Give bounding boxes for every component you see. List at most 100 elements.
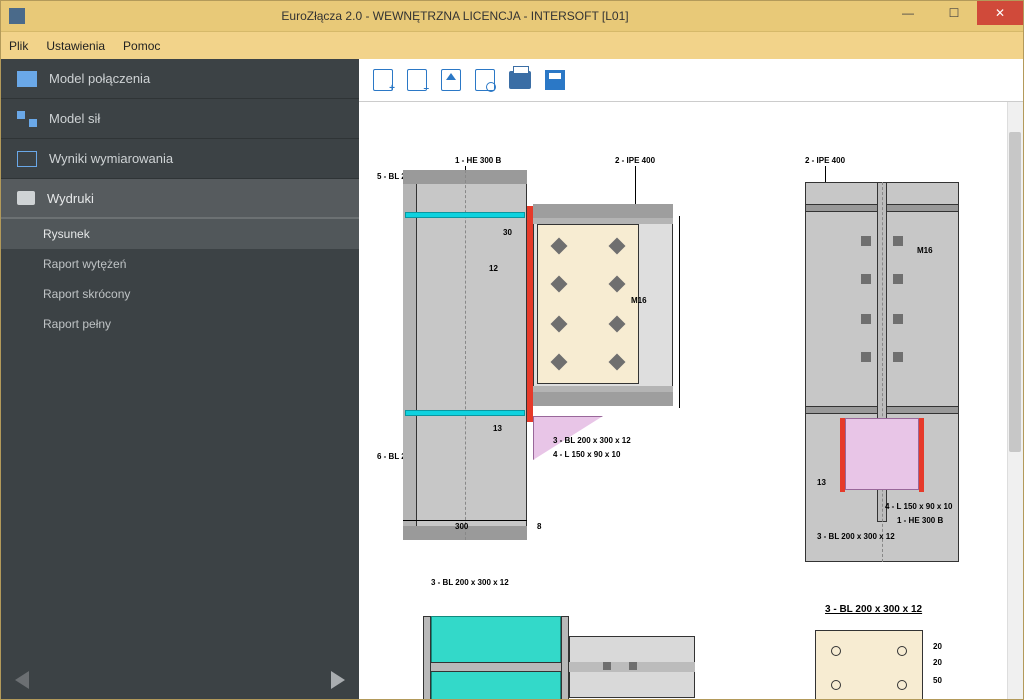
sidebar-item-printouts[interactable]: Wydruki: [1, 179, 359, 219]
minimize-button[interactable]: —: [885, 1, 931, 25]
menu-settings[interactable]: Ustawienia: [46, 39, 105, 53]
app-icon: [9, 8, 25, 24]
weld-label: 12: [489, 264, 498, 273]
menu-help[interactable]: Pomoc: [123, 39, 160, 53]
window-title: EuroZłącza 2.0 - WEWNĘTRZNA LICENCJA - I…: [25, 9, 885, 23]
stiffener-top: [405, 212, 525, 218]
save-button[interactable]: [545, 70, 565, 90]
sidebar: Model połączenia Model sił Wyniki wymiar…: [1, 59, 359, 699]
label-front-plate-2: 3 - BL 200 x 300 x 12: [817, 532, 895, 541]
haunch-side: [845, 418, 919, 490]
sidebar-item-model-connection[interactable]: Model połączenia: [1, 59, 359, 99]
bolt-icon: [629, 662, 637, 670]
window-controls: — ☐ ✕: [885, 1, 1023, 31]
sidebar-item-label: Model sił: [49, 111, 100, 126]
bolt-icon: [861, 274, 871, 284]
axis-line: [465, 170, 466, 540]
sidebar-sub-label: Raport skrócony: [43, 287, 130, 301]
section-flange: [561, 616, 569, 699]
label-bolts-2: M16: [917, 246, 933, 255]
maximize-button[interactable]: ☐: [931, 1, 977, 25]
page-preview-button[interactable]: [475, 69, 495, 91]
bolt-icon: [861, 352, 871, 362]
results-icon: [17, 151, 37, 167]
label-angle-2: 4 - L 150 x 90 x 10: [885, 502, 952, 511]
dim-line: [403, 520, 527, 521]
label-beam-profile: 2 - IPE 400: [615, 156, 655, 165]
label-column-profile: 1 - HE 300 B: [455, 156, 501, 165]
drawing-canvas: 1 - HE 300 B 2 - IPE 400 5 - BL 262 x 14…: [377, 120, 993, 699]
sidebar-item-results[interactable]: Wyniki wymiarowania: [1, 139, 359, 179]
scrollbar-thumb[interactable]: [1009, 132, 1021, 452]
sidebar-sub-label: Raport pełny: [43, 317, 111, 331]
sidebar-sub-report-utilization[interactable]: Raport wytężeń: [1, 249, 359, 279]
drawing-viewport[interactable]: 1 - HE 300 B 2 - IPE 400 5 - BL 262 x 14…: [359, 101, 1023, 699]
sidebar-item-model-forces[interactable]: Model sił: [1, 99, 359, 139]
section-flange: [423, 616, 431, 699]
nav-prev-icon[interactable]: [15, 671, 29, 689]
page-export-button[interactable]: [441, 69, 461, 91]
weld-label: 13: [493, 424, 502, 433]
body-row: Model połączenia Model sił Wyniki wymiar…: [1, 59, 1023, 699]
weld-label: 13: [817, 478, 826, 487]
page-remove-button[interactable]: [407, 69, 427, 91]
stiffener-bottom: [405, 410, 525, 416]
bolt-icon: [603, 662, 611, 670]
sidebar-sub-report-short[interactable]: Raport skrócony: [1, 279, 359, 309]
bolt-hole: [831, 646, 841, 656]
title-bar: EuroZłącza 2.0 - WEWNĘTRZNA LICENCJA - I…: [1, 1, 1023, 31]
print-button[interactable]: [509, 71, 531, 89]
sidebar-item-label: Wydruki: [47, 191, 94, 206]
sidebar-nav: [1, 661, 359, 699]
bolt-icon: [861, 236, 871, 246]
bolt-hole: [831, 680, 841, 690]
forces-icon: [17, 111, 37, 127]
vertical-scrollbar[interactable]: [1007, 102, 1023, 699]
beam-cut-top: [533, 204, 673, 218]
weld-label: 30: [503, 228, 512, 237]
sidebar-sub-report-full[interactable]: Raport pełny: [1, 309, 359, 339]
bolt-hole: [897, 680, 907, 690]
dim-value: 300: [455, 522, 468, 531]
column-flange: [403, 170, 417, 540]
beam-cut-bot: [533, 392, 673, 406]
page-add-button[interactable]: [373, 69, 393, 91]
drawing-toolbar: [359, 59, 1023, 101]
dim-value: 8: [537, 522, 541, 531]
label-column-profile-2: 1 - HE 300 B: [897, 516, 943, 525]
dim-value: 20: [933, 642, 942, 651]
app-window: EuroZłącza 2.0 - WEWNĘTRZNA LICENCJA - I…: [0, 0, 1024, 700]
label-angle: 4 - L 150 x 90 x 10: [553, 450, 620, 459]
beam-flange: [533, 386, 673, 392]
sidebar-sub-label: Raport wytężeń: [43, 257, 126, 271]
weld-label: 12: [517, 698, 526, 699]
dim-value: 20: [933, 658, 942, 667]
sidebar-sub-label: Rysunek: [43, 227, 90, 241]
plate-view-title: 3 - BL 200 x 300 x 12: [825, 604, 922, 615]
nav-next-icon[interactable]: [331, 671, 345, 689]
label-front-plate-3: 3 - BL 200 x 300 x 12: [431, 578, 509, 587]
bolt-hole: [897, 646, 907, 656]
axis-line: [882, 182, 883, 562]
connection-icon: [17, 71, 37, 87]
sidebar-sub-drawing[interactable]: Rysunek: [1, 219, 359, 249]
label-front-plate: 3 - BL 200 x 300 x 12: [553, 436, 631, 445]
front-plate-edge: [840, 418, 845, 492]
main-panel: 1 - HE 300 B 2 - IPE 400 5 - BL 262 x 14…: [359, 59, 1023, 699]
print-icon: [17, 191, 35, 205]
plate-detail: [815, 630, 923, 699]
bolt-icon: [893, 352, 903, 362]
label-bolts: M16: [631, 296, 647, 305]
sidebar-item-label: Model połączenia: [49, 71, 150, 86]
bolt-icon: [893, 314, 903, 324]
close-button[interactable]: ✕: [977, 1, 1023, 25]
bolt-icon: [893, 274, 903, 284]
sidebar-item-label: Wyniki wymiarowania: [49, 151, 173, 166]
bolt-icon: [893, 236, 903, 246]
front-plate-edge: [919, 418, 924, 492]
dim-line: [679, 216, 680, 408]
section-column-web: [431, 662, 561, 672]
bolt-icon: [861, 314, 871, 324]
menu-file[interactable]: Plik: [9, 39, 28, 53]
dim-value: 50: [933, 676, 942, 685]
